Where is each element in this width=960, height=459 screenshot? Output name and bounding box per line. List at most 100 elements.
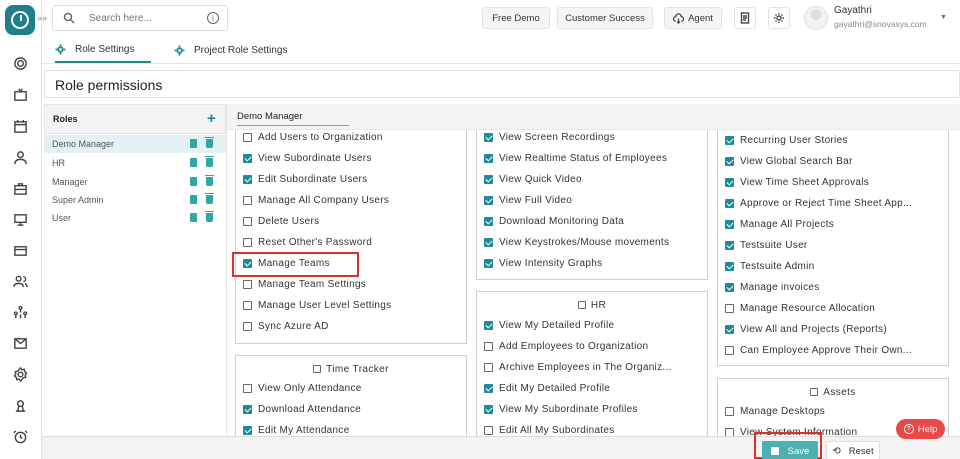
- users-icon[interactable]: [11, 272, 29, 290]
- role-item-user[interactable]: User: [44, 209, 226, 227]
- copy-icon[interactable]: [190, 213, 197, 222]
- tab-role-settings[interactable]: Role Settings: [55, 38, 151, 63]
- copy-icon[interactable]: [190, 158, 197, 167]
- manage-teams-highlight: [232, 252, 359, 277]
- permission-checkbox[interactable]: [725, 241, 734, 250]
- monitor-icon[interactable]: [11, 210, 29, 228]
- assets-select-all-checkbox[interactable]: [810, 388, 819, 396]
- permission-checkbox[interactable]: [243, 280, 252, 289]
- permission-label: Testsuite Admin: [740, 261, 815, 272]
- trash-icon[interactable]: [205, 175, 214, 186]
- avatar[interactable]: [804, 6, 828, 30]
- info-icon[interactable]: i: [207, 12, 219, 24]
- permission-checkbox[interactable]: [243, 384, 252, 393]
- trash-icon[interactable]: [205, 211, 214, 222]
- clock-icon[interactable]: [11, 427, 29, 445]
- permission-checkbox[interactable]: [725, 407, 734, 416]
- trash-icon[interactable]: [205, 193, 214, 204]
- briefcase-icon[interactable]: [11, 179, 29, 197]
- permission-checkbox[interactable]: [484, 175, 493, 184]
- permission-checkbox[interactable]: [243, 175, 252, 184]
- add-role-button[interactable]: +: [207, 110, 216, 127]
- permission-checkbox[interactable]: [243, 217, 252, 226]
- role-item-hr[interactable]: HR: [44, 154, 226, 172]
- permission-checkbox[interactable]: [243, 133, 252, 142]
- permission-checkbox[interactable]: [725, 325, 734, 334]
- permission-checkbox[interactable]: [484, 321, 493, 330]
- user-icon[interactable]: [11, 148, 29, 166]
- permission-checkbox[interactable]: [484, 196, 493, 205]
- role-name: HR: [52, 158, 65, 168]
- gear-icon: [55, 44, 66, 55]
- settings-tabs: Role Settings Project Role Settings: [42, 38, 960, 64]
- org-chart-icon[interactable]: [11, 303, 29, 321]
- permission-checkbox[interactable]: [725, 157, 734, 166]
- permission-checkbox[interactable]: [484, 363, 493, 372]
- permission-checkbox[interactable]: [725, 262, 734, 271]
- permission-checkbox[interactable]: [243, 154, 252, 163]
- permission-checkbox[interactable]: [484, 154, 493, 163]
- permission-checkbox[interactable]: [243, 426, 252, 435]
- free-demo-button[interactable]: Free Demo: [482, 7, 550, 29]
- credit-card-icon[interactable]: [11, 241, 29, 259]
- page-title: Role permissions: [55, 77, 163, 93]
- permission-checkbox[interactable]: [725, 428, 734, 436]
- permission-checkbox[interactable]: [484, 259, 493, 268]
- hr-select-all-checkbox[interactable]: [577, 301, 586, 309]
- mail-icon[interactable]: [11, 334, 29, 352]
- search-icon: [63, 12, 75, 24]
- permission-checkbox[interactable]: [484, 238, 493, 247]
- permission-checkbox[interactable]: [484, 217, 493, 226]
- permission-checkbox[interactable]: [243, 238, 252, 247]
- copy-icon[interactable]: [190, 139, 197, 148]
- tv-icon[interactable]: [11, 86, 29, 104]
- permission-checkbox[interactable]: [725, 283, 734, 292]
- agent-button[interactable]: Agent: [664, 7, 722, 29]
- save-button[interactable]: Save: [762, 441, 818, 459]
- tab-project-role-settings[interactable]: Project Role Settings: [174, 38, 294, 63]
- search-input[interactable]: [89, 12, 199, 24]
- permission-checkbox[interactable]: [725, 136, 734, 145]
- document-icon[interactable]: [734, 7, 756, 29]
- permission-checkbox[interactable]: [725, 220, 734, 229]
- search-box[interactable]: i: [52, 5, 228, 31]
- gear-icon: [174, 45, 185, 56]
- customer-success-button[interactable]: Customer Success: [557, 7, 653, 29]
- role-item-demo-manager[interactable]: Demo Manager: [44, 135, 226, 153]
- permission-label: View Subordinate Users: [258, 153, 372, 164]
- permission-checkbox[interactable]: [484, 426, 493, 435]
- permission-checkbox[interactable]: [243, 322, 252, 331]
- settings-icon[interactable]: [11, 365, 29, 383]
- permission-checkbox[interactable]: [725, 199, 734, 208]
- permission-checkbox[interactable]: [484, 384, 493, 393]
- permission-checkbox[interactable]: [243, 405, 252, 414]
- permission-checkbox[interactable]: [243, 301, 252, 310]
- role-item-manager[interactable]: Manager: [44, 173, 226, 191]
- time-tracker-title: Time Tracker: [236, 364, 466, 375]
- role-item-super-admin[interactable]: Super Admin: [44, 191, 226, 209]
- badge-icon[interactable]: [11, 396, 29, 414]
- trash-icon[interactable]: [205, 156, 214, 167]
- trash-icon[interactable]: [205, 137, 214, 148]
- gear-icon[interactable]: [768, 7, 790, 29]
- permission-checkbox[interactable]: [243, 196, 252, 205]
- permission-checkbox[interactable]: [484, 133, 493, 142]
- permission-label: View Global Search Bar: [740, 156, 853, 167]
- reset-button[interactable]: ⟲ Reset: [826, 441, 880, 459]
- calendar-icon[interactable]: [11, 117, 29, 135]
- copy-icon[interactable]: [190, 177, 197, 186]
- save-label: Save: [787, 445, 810, 457]
- app-logo-icon[interactable]: [5, 5, 35, 35]
- copy-icon[interactable]: [190, 195, 197, 204]
- help-button[interactable]: ? Help: [896, 419, 945, 439]
- user-menu-chevron-down-icon[interactable]: ▼: [940, 14, 947, 21]
- dashboard-icon[interactable]: [11, 54, 29, 72]
- time-tracker-select-all-checkbox[interactable]: [313, 365, 322, 373]
- permission-checkbox[interactable]: [725, 304, 734, 313]
- left-nav-rail: [0, 0, 42, 459]
- collapse-rail-icon[interactable]: »»: [37, 13, 47, 23]
- permission-checkbox[interactable]: [725, 346, 734, 355]
- permission-checkbox[interactable]: [725, 178, 734, 187]
- permission-checkbox[interactable]: [484, 342, 493, 351]
- permission-checkbox[interactable]: [484, 405, 493, 414]
